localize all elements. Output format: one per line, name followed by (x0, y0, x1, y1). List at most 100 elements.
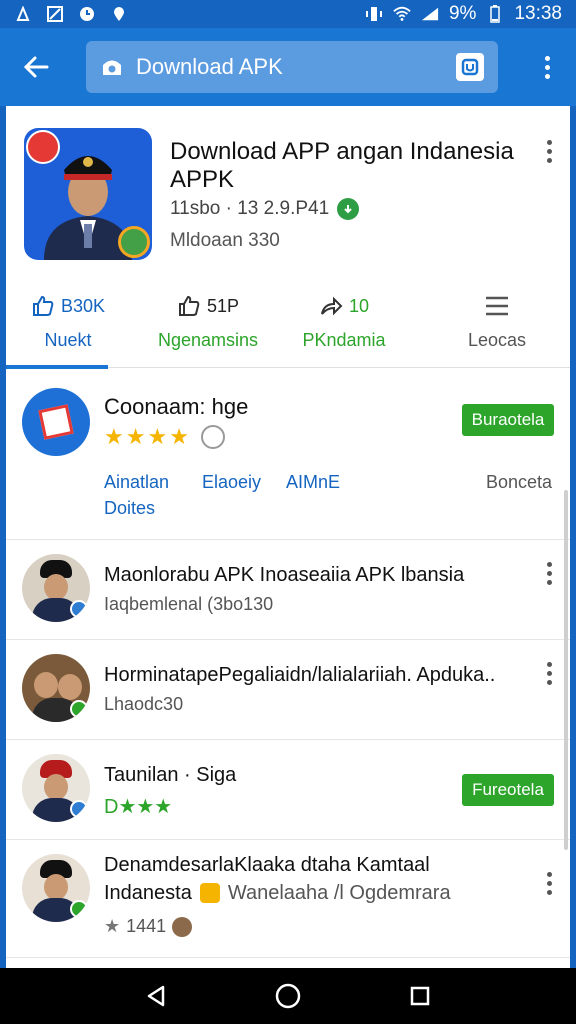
list-item-subtitle: Iaqbemlenal (3bo130 (104, 594, 274, 614)
avatar (22, 754, 90, 822)
star-icon: ★ (147, 424, 168, 449)
gallery-icon (46, 5, 64, 23)
dot-icon (547, 140, 552, 145)
star-icon: ★ (125, 424, 146, 449)
thumbs-icon (178, 295, 200, 316)
list-item[interactable]: DenamdesarlaKlaaka dtaha Kamtaal Indanes… (6, 840, 570, 958)
featured-link[interactable]: Doites (104, 498, 155, 519)
action-dislike-count-row: 51P (177, 290, 239, 322)
store-icon (103, 60, 121, 75)
dot-icon (547, 158, 552, 163)
list-item-more-button[interactable] (547, 872, 552, 895)
list-item-subtitle: 1441 (126, 916, 167, 936)
featured-link[interactable]: Bonceta (486, 472, 552, 493)
list-item-title: Taunilan · Siga (104, 764, 237, 786)
system-nav-bar (0, 968, 576, 1024)
search-bar[interactable]: Download APK (86, 41, 498, 93)
action-dislike-count: 51P (206, 295, 240, 316)
dot-icon (547, 881, 552, 886)
crown-icon (199, 883, 220, 903)
featured-app-row[interactable]: Coonaam: hge ★ ★ ★ ★ Buraotela Ainatlan … (6, 368, 570, 540)
list-item-rating: D★★★ (104, 796, 173, 818)
status-left-icons (14, 5, 128, 23)
dot-icon (547, 671, 552, 676)
face-shape (44, 874, 68, 900)
scrollbar[interactable] (564, 490, 568, 850)
app-meta-text: 11sbo · 13 2.9.P41 (170, 198, 330, 219)
star-outline-icon: ★ (104, 916, 121, 936)
share-arrow-icon (321, 296, 343, 316)
app-icon[interactable] (24, 128, 152, 260)
dot-icon (547, 872, 552, 877)
avatar (22, 854, 90, 922)
face-shape (44, 774, 68, 800)
action-share-count: 10 (348, 295, 370, 316)
action-dislike[interactable]: 51P Ngenamsins (148, 290, 268, 362)
battery-percent: 9% (448, 3, 477, 24)
dot-icon (547, 680, 552, 685)
nav-recents-button[interactable] (400, 976, 440, 1016)
list-item-meta: ★ 1441 (104, 916, 193, 937)
thumbs-up-icon (32, 295, 54, 316)
verified-icon (70, 600, 88, 618)
nav-back-button[interactable] (136, 976, 176, 1016)
featured-link[interactable]: Ainatlan (104, 472, 169, 493)
action-like-count-row: B30K (31, 290, 105, 322)
list-item-title: DenamdesarlaKlaaka dtaha Kamtaal (104, 854, 430, 876)
action-list[interactable]: Leocas (452, 290, 542, 362)
list-item-more-button[interactable] (547, 662, 552, 685)
action-row: B30K Nuekt 51P Ngenamsins 10 PKndamia Le… (6, 284, 570, 369)
list-item-title: HorminatapePegaliaidn/lalialariiah. Apdu… (104, 664, 496, 686)
dot-icon (547, 890, 552, 895)
list-item-title-line2: Indanesta Wanelaaha /l Ogdemrara (104, 880, 524, 906)
app-bar: Download APK (0, 28, 576, 106)
action-like[interactable]: B30K Nuekt (28, 290, 108, 362)
action-list-row (484, 290, 510, 322)
back-button[interactable] (14, 45, 58, 89)
list-item[interactable]: Taunilan · Siga D★★★ Fureotela (6, 740, 570, 840)
dot-icon (547, 562, 552, 567)
nav-home-button[interactable] (268, 976, 308, 1016)
featured-link[interactable]: Elaoeiy (202, 472, 261, 493)
battery-icon (486, 5, 504, 23)
dot-icon (544, 55, 550, 61)
featured-link[interactable]: AIMnE (286, 472, 340, 493)
app-downloads: Mldoaan 330 (170, 230, 280, 251)
face-shape (34, 672, 58, 698)
vibrate-icon (365, 5, 383, 23)
dot-icon (547, 662, 552, 667)
location-icon (110, 5, 128, 23)
list-item-more-button[interactable] (547, 562, 552, 585)
download-check-icon (337, 198, 360, 220)
app-more-button[interactable] (547, 140, 552, 163)
list-item-title-part: Wanelaaha /l Ogdemrara (227, 882, 451, 904)
list-item-install-button[interactable]: Fureotela (462, 774, 554, 806)
list-item-title-part: Indanesta (104, 882, 192, 904)
action-share-count-row: 10 (319, 290, 369, 322)
list-item[interactable]: HorminatapePegaliaidn/lalialariiah. Apdu… (6, 640, 570, 740)
action-like-label: Nuekt (44, 330, 92, 350)
lens-button[interactable] (456, 53, 484, 81)
clock-time: 13:38 (514, 3, 562, 24)
list-item-subtitle: Lhaodc30 (104, 694, 184, 714)
overflow-menu-button[interactable] (532, 45, 562, 89)
app-meta: 11sbo · 13 2.9.P41 (170, 198, 360, 220)
dot-icon (544, 64, 550, 70)
featured-install-button[interactable]: Buraotela (462, 404, 554, 436)
verified-badge-icon (118, 226, 150, 258)
face-shape (58, 674, 82, 700)
list-item[interactable]: Maonlorabu APK Inoaseaiia APK lbansia Ia… (6, 540, 570, 640)
app-header-card: Download APP angan Indanesia APPK 11sbo … (6, 106, 570, 369)
action-list-label: Leocas (467, 330, 527, 350)
action-share[interactable]: 10 PKndamia (294, 290, 394, 362)
action-share-label: PKndamia (302, 330, 386, 350)
verified-icon (70, 800, 88, 818)
list-icon (486, 296, 508, 316)
dot-icon (547, 149, 552, 154)
mini-avatar (172, 916, 193, 937)
back-arrow-icon (23, 56, 49, 78)
content-panel: Download APP angan Indanesia APPK 11sbo … (6, 106, 570, 968)
star-icon: ★ (104, 424, 124, 449)
dot-icon (547, 571, 552, 576)
clock-icon (78, 5, 96, 23)
